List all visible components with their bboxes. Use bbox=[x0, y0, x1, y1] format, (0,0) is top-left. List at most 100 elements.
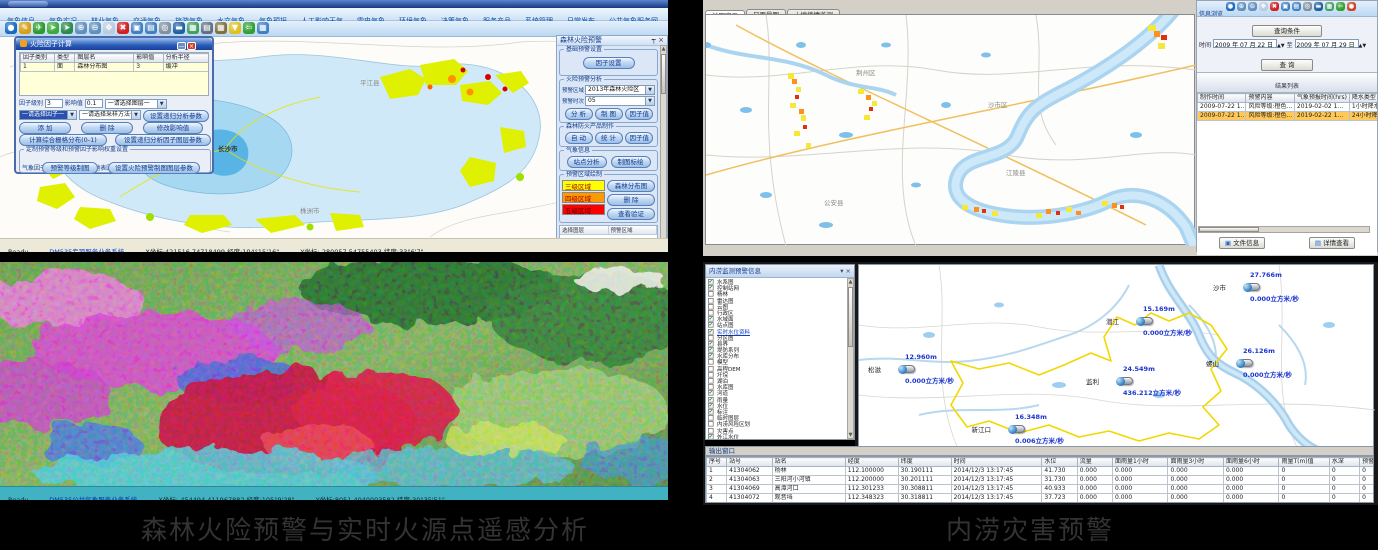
panel-button[interactable]: 制图标绘 bbox=[611, 156, 651, 168]
layer-checkbox[interactable]: ✔ bbox=[708, 390, 714, 396]
column-header[interactable]: 影响值 bbox=[134, 54, 163, 63]
layer-checkbox[interactable] bbox=[708, 421, 714, 427]
layer-checkbox[interactable] bbox=[708, 372, 714, 378]
layer-checkbox[interactable] bbox=[708, 428, 714, 434]
panel-button[interactable]: 森林分布图 bbox=[607, 180, 655, 192]
fly-icon[interactable]: ✈ bbox=[33, 22, 45, 34]
image-icon[interactable]: ▦ bbox=[1325, 2, 1334, 11]
station-pin-icon[interactable] bbox=[1244, 283, 1260, 291]
page-icon[interactable]: ▤ bbox=[145, 22, 157, 34]
globe-icon[interactable]: ● bbox=[5, 22, 17, 34]
factor-table[interactable]: 因子类别类型图层名影响值分析半径1面森林分布图3缓冲 bbox=[20, 53, 209, 72]
table-row[interactable]: 2009-07-22 1...风险等级:橙色...2019-02-22 1...… bbox=[1198, 112, 1378, 121]
table-row[interactable]: 241304063三阳河小河镇112.20000030.2011112014/1… bbox=[707, 476, 1375, 485]
layer-checkbox[interactable]: ✔ bbox=[708, 347, 714, 353]
column-header[interactable]: 雨量T(m)值 bbox=[1279, 458, 1329, 467]
column-header[interactable]: 类型 bbox=[54, 54, 74, 63]
layer-checkbox[interactable]: ✔ bbox=[708, 403, 714, 409]
window-icon[interactable]: ▣ bbox=[1281, 2, 1290, 11]
column-header[interactable]: 图层名 bbox=[75, 54, 134, 63]
table-row[interactable]: 1面森林分布图3缓冲 bbox=[21, 63, 209, 72]
layer-checkbox[interactable]: ✔ bbox=[708, 434, 714, 439]
measure-icon[interactable]: ✎ bbox=[19, 22, 31, 34]
warning-result-table[interactable]: 制作时间预警内容气象预报时间(hrs)降水类型制作人2009-07-22 1..… bbox=[1197, 93, 1377, 121]
panel-button[interactable]: 删 除 bbox=[607, 194, 655, 206]
pin-icon[interactable]: ┭ × bbox=[652, 36, 664, 45]
zoom-in-icon[interactable]: ⊕ bbox=[1237, 2, 1246, 11]
image-icon[interactable]: ▦ bbox=[187, 22, 199, 34]
result-list-title[interactable]: 结果列表 bbox=[1275, 83, 1299, 90]
waterlog-map[interactable]: 沙市27.766m0.000立方米/秒潜江15.169m0.000立方米/秒松滋… bbox=[858, 264, 1374, 450]
date-to-input[interactable]: 2009 年 07 月 29 日 bbox=[1295, 39, 1359, 48]
zoom-in-icon[interactable]: ⊕ bbox=[75, 22, 87, 34]
query-button[interactable]: 查 询 bbox=[1261, 59, 1313, 71]
detail-view-button[interactable]: ▤ 详情查看 bbox=[1309, 237, 1355, 249]
factor-select[interactable]: 一请选择因子一▼ bbox=[19, 110, 77, 120]
impact-input[interactable] bbox=[85, 99, 103, 108]
collapse-icon[interactable]: ▾ bbox=[840, 267, 843, 275]
modify-value-button[interactable]: 修改影响值 bbox=[143, 122, 203, 134]
layer-checkbox[interactable] bbox=[708, 366, 714, 372]
back-icon[interactable]: ⇦ bbox=[243, 22, 255, 34]
panel-button[interactable]: 制 图 bbox=[595, 108, 623, 120]
screen-icon[interactable]: ▬ bbox=[173, 22, 185, 34]
window-titlebar[interactable] bbox=[0, 0, 668, 8]
list-column-header[interactable]: 预警区域 bbox=[609, 226, 658, 234]
add-button[interactable]: 添 加 bbox=[19, 122, 71, 134]
layer-checkbox[interactable]: ✔ bbox=[708, 409, 714, 415]
layer-checkbox[interactable]: ✔ bbox=[708, 341, 714, 347]
column-header[interactable]: 站名 bbox=[772, 458, 845, 467]
panel-button[interactable]: 统 计 bbox=[595, 132, 623, 144]
layer-checkbox[interactable]: ✔ bbox=[708, 329, 714, 335]
chevron-down-icon[interactable]: ▼ bbox=[157, 100, 166, 108]
magnifier-icon[interactable]: ◎ bbox=[1303, 2, 1312, 11]
layer-checkbox[interactable] bbox=[708, 310, 714, 316]
chevron-down-icon[interactable]: ▼ bbox=[67, 111, 76, 119]
list-column-header[interactable]: 选择图层 bbox=[560, 226, 609, 234]
layer-checkbox[interactable] bbox=[708, 415, 714, 421]
column-header[interactable]: 站号 bbox=[727, 458, 772, 467]
column-header[interactable]: 水深 bbox=[1329, 458, 1359, 467]
table-hscroll[interactable] bbox=[1198, 226, 1370, 233]
magnifier-icon[interactable]: ◎ bbox=[159, 22, 171, 34]
column-header[interactable]: 水位 bbox=[1042, 458, 1077, 467]
stop-icon[interactable]: ● bbox=[1347, 2, 1356, 11]
chevron-down-icon[interactable]: ▼ bbox=[131, 111, 140, 119]
layer-checkbox[interactable] bbox=[708, 291, 714, 297]
station-pin-icon[interactable] bbox=[1009, 425, 1025, 433]
flood-map[interactable]: 荆州区沙市区江陵县公安县 bbox=[705, 14, 1195, 245]
file-info-button[interactable]: ▣ 文件信息 bbox=[1219, 237, 1265, 249]
station-pin-icon[interactable] bbox=[899, 365, 915, 373]
column-header[interactable]: 面雨量1小时 bbox=[1113, 458, 1168, 467]
layers-icon[interactable]: ▬ bbox=[1314, 2, 1323, 11]
column-header[interactable]: 面雨量3小时 bbox=[1168, 458, 1223, 467]
dialog-titlebar[interactable]: 火险因子计算 —× bbox=[16, 38, 212, 50]
select-area-icon[interactable]: ➤ bbox=[61, 22, 73, 34]
calc-grid-button[interactable]: 计算综合栅格分布(0-1) bbox=[19, 134, 107, 146]
column-header[interactable]: 预警内容 bbox=[1246, 94, 1294, 103]
close-red-icon[interactable]: ✖ bbox=[1270, 2, 1279, 11]
station-pin-icon[interactable] bbox=[1117, 377, 1133, 385]
layer-checkbox[interactable]: ✔ bbox=[708, 322, 714, 328]
set-layer-param-button[interactable]: 设置递归分析因子图层参数 bbox=[115, 134, 211, 146]
column-header[interactable]: 序号 bbox=[707, 458, 727, 467]
export-icon[interactable]: ▦ bbox=[215, 22, 227, 34]
zoom-out-icon[interactable]: ⊖ bbox=[1248, 2, 1257, 11]
date-from-input[interactable]: 2009 年 07 月 22 日 bbox=[1213, 39, 1277, 48]
panel-button[interactable]: 自 动 bbox=[565, 132, 593, 144]
close-icon[interactable]: × bbox=[846, 267, 851, 275]
window-icon[interactable]: ▣ bbox=[131, 22, 143, 34]
print-icon[interactable]: ▤ bbox=[201, 22, 213, 34]
globe-icon[interactable]: ● bbox=[1226, 2, 1235, 11]
close-red-icon[interactable]: ✖ bbox=[117, 22, 129, 34]
column-header[interactable]: 流量 bbox=[1077, 458, 1112, 467]
panel-scrollbar[interactable]: ▲▼ bbox=[660, 45, 667, 251]
pan-icon[interactable]: ✥ bbox=[1259, 2, 1268, 11]
column-header[interactable]: 经度 bbox=[845, 458, 898, 467]
minimize-button[interactable]: — bbox=[177, 42, 186, 50]
layer-checkbox[interactable] bbox=[708, 298, 714, 304]
draw-warning-button[interactable]: 预警等级制图 bbox=[42, 162, 98, 174]
sample-select[interactable]: 一请选择采样方法一▼ bbox=[79, 110, 141, 120]
panel-button[interactable]: 因子值 bbox=[625, 108, 653, 120]
layers-scrollbar[interactable]: ▲▼ bbox=[847, 278, 854, 439]
